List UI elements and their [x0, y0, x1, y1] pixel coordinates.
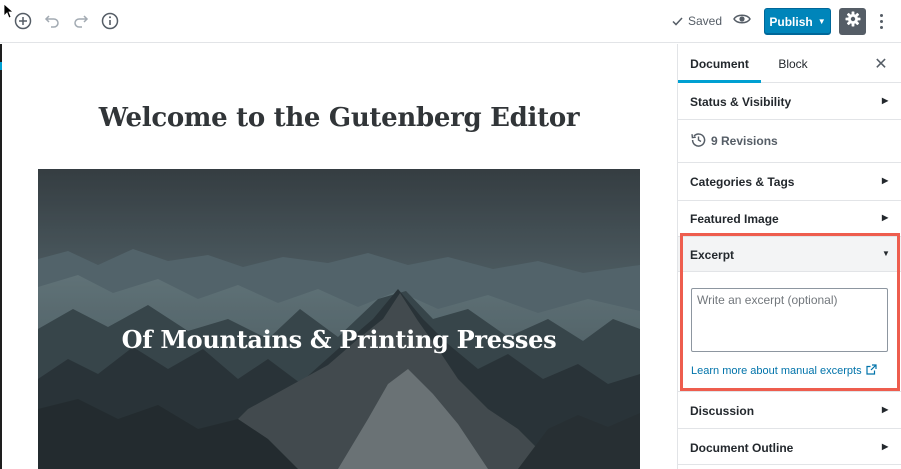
panel-label: Excerpt [690, 248, 735, 262]
add-block-button[interactable] [12, 10, 34, 32]
redo-icon [73, 14, 89, 28]
post-title[interactable]: Welcome to the Gutenberg Editor [38, 103, 640, 133]
panel-label: Featured Image [690, 212, 779, 226]
panel-excerpt[interactable]: Excerpt ▼ [678, 237, 901, 272]
more-menu-button[interactable] [874, 10, 888, 32]
panel-label: Discussion [690, 404, 755, 418]
panel-categories-tags[interactable]: Categories & Tags ▶ [678, 163, 901, 201]
chevron-down-icon: ▼ [882, 249, 890, 258]
revisions-link[interactable]: 9 Revisions [678, 120, 901, 163]
info-button[interactable] [99, 10, 121, 32]
publish-label: Publish [769, 14, 813, 29]
settings-button[interactable] [839, 8, 866, 35]
settings-sidebar: Document Block ✕ Status & Visibility ▶ 9… [677, 44, 901, 469]
saved-status: Saved [672, 14, 722, 28]
eye-icon [733, 12, 751, 30]
cover-heading[interactable]: Of Mountains & Printing Presses [38, 325, 640, 354]
panel-featured-image[interactable]: Featured Image ▶ [678, 201, 901, 237]
caret-down-icon: ▼ [817, 17, 826, 26]
panel-label: Document Outline [690, 441, 794, 455]
preview-button[interactable] [732, 11, 752, 31]
chevron-right-icon: ▶ [882, 405, 889, 414]
learn-more-excerpts-link[interactable]: Learn more about manual excerpts [691, 364, 877, 378]
history-icon [691, 132, 706, 150]
panel-label: Categories & Tags [690, 175, 795, 189]
panel-status-visibility[interactable]: Status & Visibility ▶ [678, 84, 901, 120]
cover-image-block[interactable]: Of Mountains & Printing Presses [38, 169, 640, 469]
panel-discussion[interactable]: Discussion ▶ [678, 391, 901, 429]
close-icon: ✕ [874, 56, 888, 73]
close-sidebar-button[interactable]: ✕ [872, 55, 890, 73]
external-link-icon [866, 364, 877, 378]
editor-toolbar: Saved Publish ▼ [0, 0, 901, 43]
chevron-right-icon: ▶ [882, 96, 889, 105]
publish-button[interactable]: Publish ▼ [764, 8, 831, 35]
undo-button[interactable] [41, 10, 63, 32]
block-indicator [0, 62, 2, 70]
check-icon [672, 16, 683, 26]
sidebar-tabs: Document Block ✕ [678, 44, 901, 83]
panel-document-outline[interactable]: Document Outline ▶ [678, 429, 901, 465]
learn-more-label: Learn more about manual excerpts [691, 365, 862, 377]
chevron-right-icon: ▶ [882, 176, 889, 185]
tab-document[interactable]: Document [678, 44, 761, 83]
redo-button[interactable] [70, 10, 92, 32]
excerpt-textarea[interactable] [691, 288, 888, 352]
chevron-right-icon: ▶ [882, 213, 889, 222]
undo-icon [44, 14, 60, 28]
panel-label: Status & Visibility [690, 95, 792, 109]
chevron-right-icon: ▶ [882, 442, 889, 451]
mountain-image [38, 169, 640, 469]
add-block-icon [14, 12, 32, 30]
tab-block[interactable]: Block [761, 44, 825, 83]
saved-label: Saved [688, 14, 723, 28]
info-icon [101, 12, 119, 30]
more-vertical-icon [879, 13, 883, 17]
editor-left-edge [0, 44, 2, 469]
revisions-label: 9 Revisions [711, 134, 778, 148]
gear-icon [845, 11, 861, 32]
